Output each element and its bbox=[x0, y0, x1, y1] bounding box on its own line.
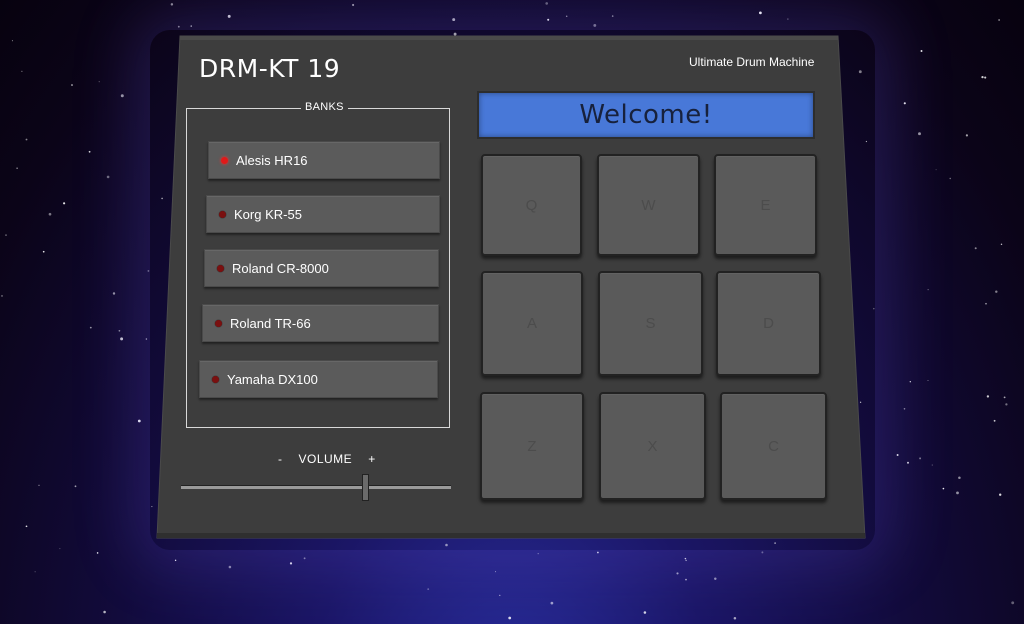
bank-label: Korg KR-55 bbox=[234, 206, 302, 222]
bank-button-korg-kr-55[interactable]: Korg KR-55 bbox=[206, 195, 440, 233]
lcd-display: Welcome! bbox=[477, 91, 815, 139]
bank-led-icon bbox=[219, 210, 226, 218]
volume-slider-thumb[interactable] bbox=[362, 474, 370, 501]
bank-led-icon bbox=[215, 319, 222, 327]
app-subtitle: Ultimate Drum Machine bbox=[689, 55, 815, 69]
drum-pad-e[interactable]: E bbox=[714, 154, 817, 256]
drum-pad-c[interactable]: C bbox=[720, 392, 827, 500]
bank-led-icon bbox=[217, 264, 224, 272]
drum-pad-d[interactable]: D bbox=[716, 271, 821, 376]
drum-pad-a[interactable]: A bbox=[481, 271, 583, 376]
bank-label: Roland TR-66 bbox=[230, 315, 311, 331]
bank-led-icon bbox=[221, 156, 228, 164]
volume-label: - VOLUME + bbox=[270, 452, 384, 466]
bank-label: Alesis HR16 bbox=[236, 152, 308, 168]
bank-button-roland-tr-66[interactable]: Roland TR-66 bbox=[202, 304, 439, 342]
bank-button-roland-cr-8000[interactable]: Roland CR-8000 bbox=[204, 249, 439, 287]
drum-machine: DRM-KT 19 Ultimate Drum Machine BANKS Al… bbox=[0, 0, 1024, 624]
bank-button-yamaha-dx100[interactable]: Yamaha DX100 bbox=[199, 360, 438, 398]
bank-label: Yamaha DX100 bbox=[227, 371, 318, 387]
drum-pad-x[interactable]: X bbox=[599, 392, 706, 500]
bank-label: Roland CR-8000 bbox=[232, 260, 329, 276]
drum-pad-z[interactable]: Z bbox=[480, 392, 584, 500]
bank-led-icon bbox=[212, 375, 219, 383]
banks-label: BANKS bbox=[301, 101, 348, 113]
volume-minus[interactable]: - bbox=[278, 452, 283, 466]
volume-slider-track[interactable] bbox=[181, 485, 451, 489]
app-title: DRM-KT 19 bbox=[199, 54, 341, 83]
volume-text: VOLUME bbox=[298, 452, 353, 466]
drum-pad-w[interactable]: W bbox=[597, 154, 700, 256]
drum-pad-q[interactable]: Q bbox=[481, 154, 582, 256]
drum-pad-s[interactable]: S bbox=[598, 271, 703, 376]
volume-plus[interactable]: + bbox=[368, 452, 376, 466]
bank-button-alesis-hr16[interactable]: Alesis HR16 bbox=[208, 141, 440, 179]
